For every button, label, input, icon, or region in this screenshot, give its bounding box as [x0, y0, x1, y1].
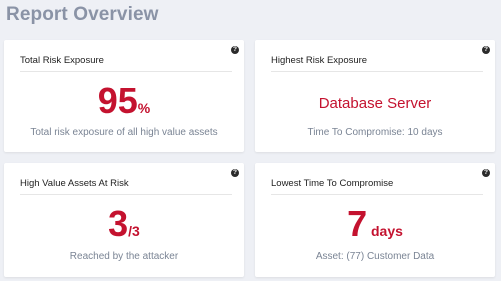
help-icon[interactable]: ? — [482, 169, 490, 177]
card-divider — [271, 194, 483, 195]
card-divider — [20, 194, 232, 195]
card-caption: Reached by the attacker — [69, 251, 179, 262]
total-risk-value: 95% — [4, 80, 244, 122]
card-caption: Time To Compromise: 10 days — [307, 127, 443, 138]
card-caption: Total risk exposure of all high value as… — [30, 127, 218, 138]
card-high-value-assets-at-risk: High Value Assets At Risk ? 3/3 Reached … — [4, 163, 244, 277]
metric-number: 7 — [347, 203, 368, 244]
page-title: Report Overview — [6, 4, 159, 25]
metric-unit: % — [137, 100, 151, 116]
help-icon[interactable]: ? — [231, 169, 239, 177]
metric-number: 95 — [97, 80, 138, 121]
metric-unit: /3 — [128, 223, 140, 239]
help-icon[interactable]: ? — [231, 46, 239, 54]
help-icon[interactable]: ? — [482, 46, 490, 54]
card-caption: Asset: (77) Customer Data — [315, 251, 435, 262]
card-divider — [20, 71, 232, 72]
card-lowest-time-to-compromise: Lowest Time To Compromise ? 7 days Asset… — [255, 163, 495, 277]
metric-unit: days — [367, 223, 403, 239]
card-title: Highest Risk Exposure — [271, 55, 368, 66]
lowest-ttc-value: 7 days — [255, 203, 495, 245]
metric-number: 3 — [108, 203, 129, 244]
highest-risk-asset: Database Server — [318, 95, 432, 112]
card-title: High Value Assets At Risk — [20, 178, 129, 189]
card-total-risk-exposure: Total Risk Exposure ? 95% Total risk exp… — [4, 40, 244, 152]
card-highest-risk-exposure: Highest Risk Exposure ? Database Server … — [255, 40, 495, 152]
card-title: Total Risk Exposure — [20, 55, 104, 66]
card-title: Lowest Time To Compromise — [271, 178, 394, 189]
assets-at-risk-value: 3/3 — [4, 203, 244, 245]
card-divider — [271, 71, 483, 72]
